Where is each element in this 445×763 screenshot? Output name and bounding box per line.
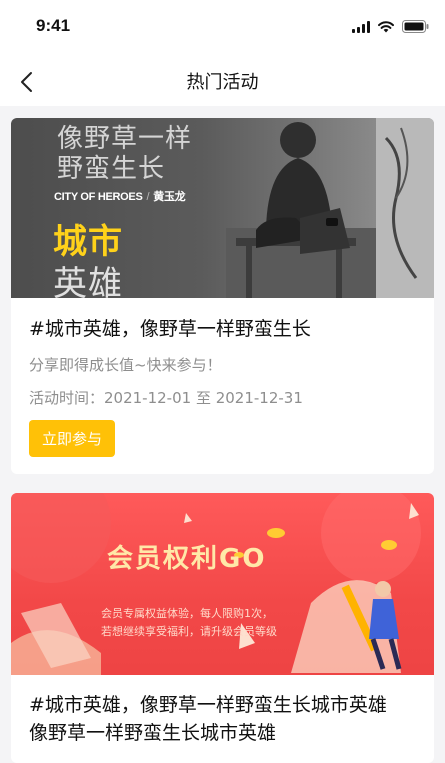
page-title: 热门活动 — [186, 72, 259, 93]
banner-big-text-2: 英雄 — [53, 264, 123, 298]
activity-time: 活动时间：2021-12-01 至 2021-12-31 — [29, 389, 303, 407]
status-time: 9:41 — [36, 16, 71, 35]
activity-card[interactable]: 会员权利GO 会员专属权益体验，每人限购1次， 若想继续享受福利，请升级会员等级… — [11, 493, 434, 763]
join-button[interactable]: 立即参与 — [29, 420, 116, 457]
activity-title: #城市英雄，像野草一样野蛮生长 — [29, 318, 311, 340]
banner-line2: 若想继续享受福利，请升级会员等级 — [101, 625, 277, 638]
status-bar: 9:41 — [0, 0, 445, 54]
activity-banner-image: 像野草一样 野蛮生长 CITY OF HEROES / 黄玉龙 城市 英雄 — [11, 118, 434, 298]
banner-title: 会员权利GO — [107, 544, 267, 574]
banner-slogan-line1: 像野草一样 — [57, 124, 193, 154]
activity-description: 分享即得成长值~快来参与！ — [29, 356, 222, 374]
activity-title-line1: #城市英雄，像野草一样野蛮生长城市英雄 — [29, 694, 387, 716]
banner-author: 黄玉龙 — [153, 191, 186, 203]
battery-icon — [402, 20, 429, 33]
signal-icon — [352, 20, 370, 33]
banner-line1: 会员专属权益体验，每人限购1次， — [101, 607, 273, 620]
status-icons — [352, 20, 429, 33]
nav-bar: 热门活动 — [0, 54, 445, 106]
activity-title: #城市英雄，像野草一样野蛮生长城市英雄 像野草一样野蛮生长城市英雄 — [29, 691, 416, 747]
banner-slogan-line2: 野蛮生长 — [57, 154, 166, 184]
banner-english: CITY OF HEROES — [54, 191, 143, 203]
banner-subtitle: CITY OF HEROES / 黄玉龙 — [54, 188, 186, 204]
banner-slogan: 像野草一样 野蛮生长 — [57, 124, 192, 184]
activity-card[interactable]: 像野草一样 野蛮生长 CITY OF HEROES / 黄玉龙 城市 英雄 #城市英… — [11, 118, 434, 474]
wifi-icon — [378, 20, 394, 32]
activity-title-line2: 像野草一样野蛮生长城市英雄 — [29, 722, 277, 744]
activity-banner-image: 会员权利GO 会员专属权益体验，每人限购1次， 若想继续享受福利，请升级会员等级 — [11, 493, 434, 675]
banner-separator: / — [146, 191, 150, 203]
member-banner-illustration — [11, 493, 421, 675]
hero-portrait-illustration — [226, 118, 434, 298]
